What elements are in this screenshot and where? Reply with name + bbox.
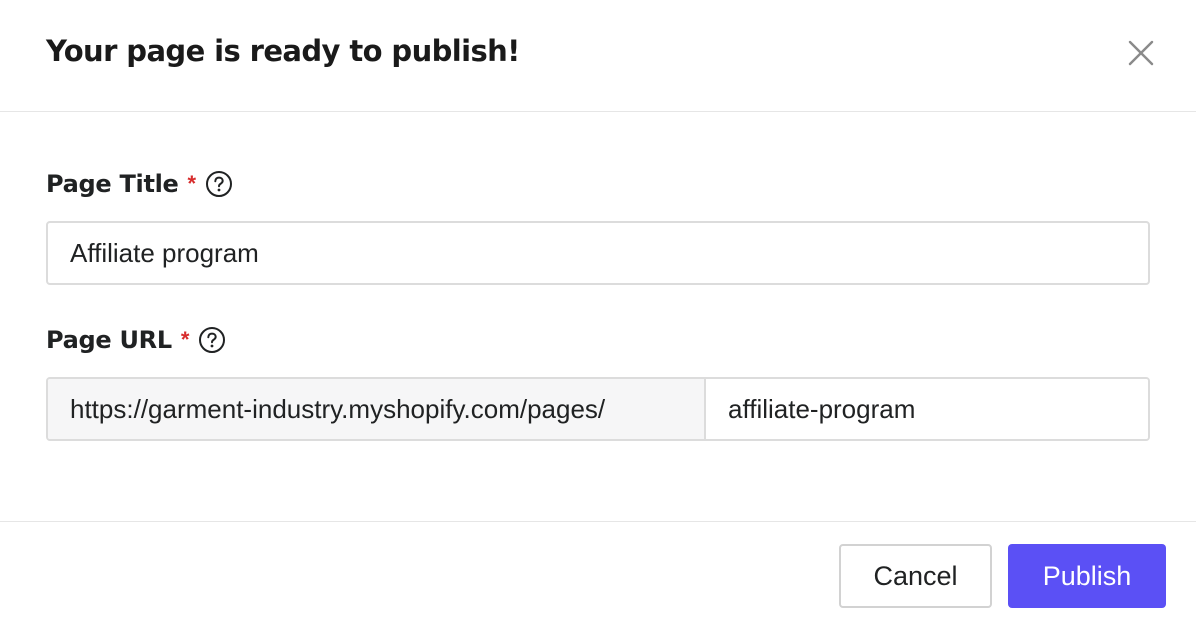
url-prefix: https://garment-industry.myshopify.com/p… — [48, 379, 706, 439]
page-title-label-row: Page Title * — [46, 168, 233, 200]
publish-button[interactable]: Publish — [1008, 544, 1166, 608]
required-marker: * — [187, 171, 197, 196]
page-url-label: Page URL — [46, 326, 172, 354]
page-title-label: Page Title — [46, 170, 179, 198]
page-url-slug-input[interactable] — [706, 379, 1148, 439]
page-url-label-row: Page URL * — [46, 324, 226, 356]
required-marker: * — [180, 327, 190, 352]
dialog-header: Your page is ready to publish! — [0, 0, 1196, 112]
page-url-input-group: https://garment-industry.myshopify.com/p… — [46, 377, 1150, 441]
publish-dialog: Your page is ready to publish! Page Titl… — [0, 0, 1196, 622]
close-button[interactable] — [1118, 32, 1164, 78]
question-circle-icon[interactable] — [205, 170, 233, 198]
page-title-input[interactable] — [46, 221, 1150, 285]
dialog-title: Your page is ready to publish! — [46, 34, 520, 68]
dialog-footer: Cancel Publish — [0, 521, 1196, 622]
cancel-button[interactable]: Cancel — [839, 544, 992, 608]
question-circle-icon[interactable] — [198, 326, 226, 354]
close-icon — [1128, 40, 1154, 71]
